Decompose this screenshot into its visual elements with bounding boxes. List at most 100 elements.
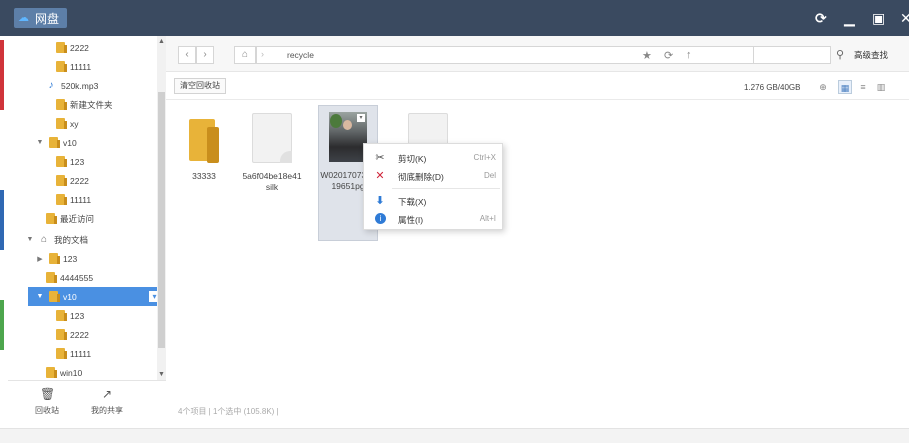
folder-icon: [56, 329, 67, 340]
tree-item[interactable]: ▼ v10: [36, 133, 77, 152]
item-menu-icon[interactable]: ▾: [357, 114, 365, 122]
folder-icon: [56, 42, 67, 53]
list-view-icon[interactable]: ≡: [856, 80, 870, 94]
recycle-bin-button[interactable]: 🗑 回收站: [22, 387, 72, 416]
file-item[interactable]: 33333: [174, 113, 234, 182]
close-icon[interactable]: ✕: [900, 9, 909, 27]
back-button[interactable]: ‹: [178, 46, 196, 64]
collapse-arrow-icon[interactable]: ▶: [36, 255, 44, 263]
tree-item[interactable]: 11111: [56, 190, 91, 209]
expand-arrow-icon[interactable]: ▼: [36, 139, 44, 146]
delete-x-icon: ✕: [375, 170, 385, 182]
tree-item[interactable]: 11111: [56, 57, 91, 76]
sidebar-scrollbar[interactable]: ▲ ▼: [157, 36, 166, 380]
image-thumbnail: ▾: [329, 112, 367, 162]
refresh-icon[interactable]: ⟳: [815, 9, 827, 27]
menu-item-shortcut: Ctrl+X: [473, 153, 496, 162]
folder-icon: [56, 99, 67, 110]
forward-button[interactable]: ›: [196, 46, 214, 64]
folder-icon: [56, 348, 67, 359]
folder-icon: [56, 118, 67, 129]
tree-item[interactable]: ▶ 123: [36, 249, 77, 268]
minimize-icon[interactable]: ▁: [844, 9, 855, 27]
tree-item-label: 我的文档: [54, 234, 89, 245]
my-share-button[interactable]: ↗ 我的共享: [82, 387, 132, 416]
delete-permanently-menu-item[interactable]: ✕ 彻底删除(D) Del: [364, 167, 504, 185]
cloud-logo-icon: ☁: [18, 11, 29, 24]
menu-item-label: 属性(I): [398, 215, 424, 225]
tree-item-label: 123: [70, 156, 85, 167]
edge-decoration: [0, 300, 4, 350]
properties-menu-item[interactable]: i 属性(I) Alt+I: [364, 210, 504, 228]
tree-item[interactable]: win10: [46, 363, 82, 380]
tree-item-label: 520k.mp3: [61, 80, 99, 91]
folder-icon: [46, 213, 57, 224]
tree-item[interactable]: xy: [56, 114, 79, 133]
folder-icon: [56, 61, 67, 72]
tree-item-label: 新建文件夹: [70, 99, 113, 110]
info-icon: i: [375, 213, 386, 224]
tree-item[interactable]: 新建文件夹: [56, 95, 113, 114]
tree-item[interactable]: 4444555: [46, 268, 93, 287]
tree-item[interactable]: 最近访问: [46, 209, 94, 228]
menu-item-label: 剪切(K): [398, 154, 427, 164]
edge-decoration: [0, 40, 4, 110]
folder-icon: [46, 272, 57, 283]
tree-item-label: 最近访问: [60, 213, 95, 224]
tree-item[interactable]: 2222: [56, 325, 89, 344]
address-bar[interactable]: › recycle: [256, 46, 801, 64]
tree-item-label: 2222: [70, 175, 89, 186]
tree-item-label: 2222: [70, 42, 89, 53]
refresh-icon[interactable]: ⟳: [664, 49, 673, 62]
home-button[interactable]: ⌂: [234, 46, 256, 64]
search-icon[interactable]: ⚲: [836, 48, 844, 61]
edge-decoration: [0, 190, 4, 250]
up-arrow-icon[interactable]: ↑: [686, 49, 692, 61]
menu-separator: [392, 188, 500, 189]
breadcrumb-recycle[interactable]: recycle: [287, 50, 314, 60]
tree-item-label: 11111: [70, 61, 92, 72]
tree-item[interactable]: ♪ 520k.mp3: [46, 76, 99, 95]
grid-view-icon[interactable]: ▦: [838, 80, 852, 94]
main-panel: ‹ › ⌂ › recycle ★ ⟳ ↑ ⚲ 高级查找 清空回收站 1.276…: [166, 36, 909, 428]
folder-icon: [49, 253, 60, 264]
maximize-icon[interactable]: ▣: [872, 9, 885, 27]
tree-item-label: 123: [63, 253, 78, 264]
scroll-up-icon[interactable]: ▲: [157, 38, 166, 45]
folder-icon: [56, 310, 67, 321]
zoom-icon[interactable]: ⊕: [816, 80, 830, 94]
tree-item[interactable]: 2222: [56, 38, 89, 57]
status-bar: 4个项目 | 1个选中 (105.8K) |: [178, 407, 279, 416]
tree-item-selected[interactable]: ▼ v10 ▾: [28, 287, 166, 306]
advanced-search-link[interactable]: 高级查找: [854, 49, 888, 61]
download-menu-item[interactable]: ⬇ 下载(X): [364, 192, 504, 210]
tree-item-label: 2222: [70, 329, 89, 340]
home-icon: ⌂: [40, 234, 48, 245]
app-brand: ☁ 网盘: [14, 8, 68, 28]
tree-item[interactable]: 123: [56, 152, 84, 171]
file-item[interactable]: 5a6f04be18e41silk: [242, 113, 302, 193]
scroll-down-icon[interactable]: ▼: [157, 371, 166, 378]
download-icon: ⬇: [375, 195, 385, 207]
navigation-bar: ‹ › ⌂ › recycle ★ ⟳ ↑ ⚲ 高级查找: [166, 36, 909, 72]
folder-icon: [46, 367, 57, 378]
expand-arrow-icon[interactable]: ▼: [26, 236, 34, 243]
scissors-icon: ✂: [375, 152, 385, 164]
context-menu: ✂ 剪切(K) Ctrl+X ✕ 彻底删除(D) Del ⬇ 下载(X) i 属…: [363, 143, 503, 230]
menu-item-label: 彻底删除(D): [398, 172, 444, 182]
cut-menu-item[interactable]: ✂ 剪切(K) Ctrl+X: [364, 149, 504, 167]
expand-arrow-icon[interactable]: ▼: [36, 293, 44, 300]
my-share-label: 我的共享: [91, 406, 123, 415]
star-icon[interactable]: ★: [642, 49, 652, 62]
tree-item[interactable]: 123: [56, 306, 84, 325]
tree-item[interactable]: ▼ ⌂ 我的文档: [26, 230, 88, 249]
search-input[interactable]: [753, 46, 831, 64]
folder-icon: [187, 113, 221, 163]
empty-recycle-button[interactable]: 清空回收站: [174, 78, 226, 94]
folder-icon: [56, 156, 67, 167]
window-bottom-strip: [0, 428, 909, 443]
scroll-thumb[interactable]: [158, 92, 165, 348]
tree-item[interactable]: 11111: [56, 344, 91, 363]
tree-item[interactable]: 2222: [56, 171, 89, 190]
detail-view-icon[interactable]: ▥: [874, 80, 888, 94]
